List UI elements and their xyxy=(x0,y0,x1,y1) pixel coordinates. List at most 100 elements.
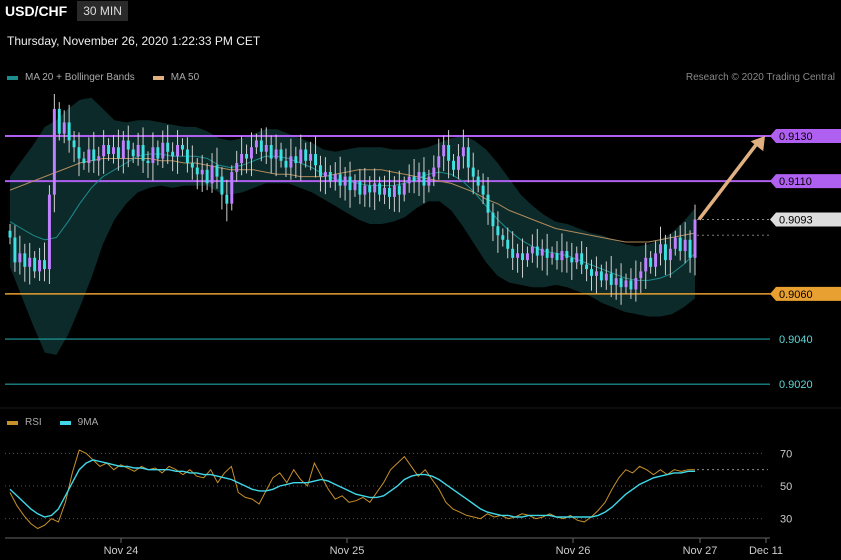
candle-body xyxy=(511,248,515,258)
candle-body xyxy=(501,235,505,240)
candle-body xyxy=(565,251,569,258)
level-label-0.9110: 0.9110 xyxy=(779,176,812,188)
candle-body xyxy=(254,140,258,148)
candle-body xyxy=(668,248,672,261)
candle-body xyxy=(33,257,37,272)
rsi-tick-label-50: 50 xyxy=(780,481,792,493)
candle-body xyxy=(392,185,396,197)
candle-body xyxy=(279,149,283,161)
candle-body xyxy=(348,176,352,191)
rsi-tick-label-30: 30 xyxy=(780,514,792,526)
candle-body xyxy=(102,144,106,157)
candle-body xyxy=(190,163,194,168)
candle-body xyxy=(570,257,574,263)
candle-body xyxy=(417,172,421,182)
level-label-0.9060: 0.9060 xyxy=(779,289,813,301)
candle-body xyxy=(28,257,32,267)
candle-body xyxy=(171,151,175,157)
level-label-0.9130: 0.9130 xyxy=(779,131,813,143)
candle-body xyxy=(181,144,184,150)
candle-body xyxy=(619,278,623,288)
x-tick-label-nov-27: Nov 27 xyxy=(683,545,718,557)
level-label-0.9093: 0.9093 xyxy=(779,214,813,226)
candle-body xyxy=(92,149,96,161)
candle-body xyxy=(506,239,510,249)
candle-body xyxy=(585,264,589,270)
candle-body xyxy=(309,154,313,161)
candle-body xyxy=(318,165,322,177)
candle-body xyxy=(663,244,667,261)
candle-body xyxy=(491,212,495,227)
candle-body xyxy=(328,172,332,182)
candle-body xyxy=(230,172,234,204)
candle-body xyxy=(516,253,520,258)
candle-body xyxy=(235,163,239,173)
candle-body xyxy=(599,271,603,281)
candle-body xyxy=(107,144,111,155)
candle-body xyxy=(338,174,342,186)
candle-body xyxy=(580,253,584,265)
candle-body xyxy=(185,149,189,164)
candle-body xyxy=(437,156,441,168)
candle-body xyxy=(368,185,372,193)
candle-body xyxy=(264,144,268,152)
candle-body xyxy=(378,183,382,195)
candle-body xyxy=(210,165,214,184)
candle-body xyxy=(609,273,613,285)
candle-body xyxy=(447,144,451,161)
candle-body xyxy=(146,160,150,164)
candle-body xyxy=(486,194,490,213)
candle-body xyxy=(141,144,145,161)
candle-body xyxy=(644,257,648,272)
candle-body xyxy=(540,248,544,256)
candle-body xyxy=(629,280,633,290)
candle-body xyxy=(422,172,426,186)
candle-body xyxy=(43,260,46,270)
candle-body xyxy=(525,253,529,261)
candle-body xyxy=(688,239,692,258)
candle-body xyxy=(289,156,293,168)
candle-body xyxy=(249,147,253,159)
candle-body xyxy=(38,260,42,272)
price-chart[interactable]: 0.9130 0.9110 0.9093 0.9060 0.9040 0.9020 70 50… xyxy=(0,0,841,560)
candle-body xyxy=(590,269,593,276)
candle-body xyxy=(97,156,101,161)
candle-body xyxy=(87,149,91,164)
candle-body xyxy=(614,278,618,285)
candle-body xyxy=(481,185,485,195)
candle-body xyxy=(200,169,204,175)
candle-body xyxy=(639,271,643,279)
candle-body xyxy=(624,280,628,288)
candle-body xyxy=(215,165,219,177)
candle-body xyxy=(72,140,76,148)
candle-body xyxy=(673,237,677,249)
candle-body xyxy=(387,187,391,197)
candle-body xyxy=(274,149,278,159)
candle-body xyxy=(521,253,524,261)
candle-body xyxy=(126,140,130,150)
candle-body xyxy=(683,239,687,252)
candle-body xyxy=(225,194,229,204)
candle-body xyxy=(314,154,318,166)
x-tick-label-dec-11: Dec 11 xyxy=(749,545,783,557)
candle-body xyxy=(594,271,598,276)
candle-body xyxy=(530,246,534,254)
candle-body xyxy=(604,273,608,281)
candle-body xyxy=(240,154,244,164)
candle-body xyxy=(432,167,436,177)
candle-body xyxy=(466,147,470,168)
candle-body xyxy=(333,174,337,182)
candle-body xyxy=(112,147,115,155)
candle-body xyxy=(659,244,662,254)
candle-body xyxy=(151,147,155,164)
candle-body xyxy=(550,253,554,258)
candle-body xyxy=(560,251,564,261)
level-label-0.9020: 0.9020 xyxy=(779,379,813,391)
candle-body xyxy=(402,183,406,195)
candle-body xyxy=(166,142,170,152)
candle-body xyxy=(678,237,682,252)
candle-body xyxy=(476,176,480,186)
candle-body xyxy=(67,122,71,141)
level-label-0.9040: 0.9040 xyxy=(779,334,813,346)
candle-body xyxy=(383,187,387,195)
